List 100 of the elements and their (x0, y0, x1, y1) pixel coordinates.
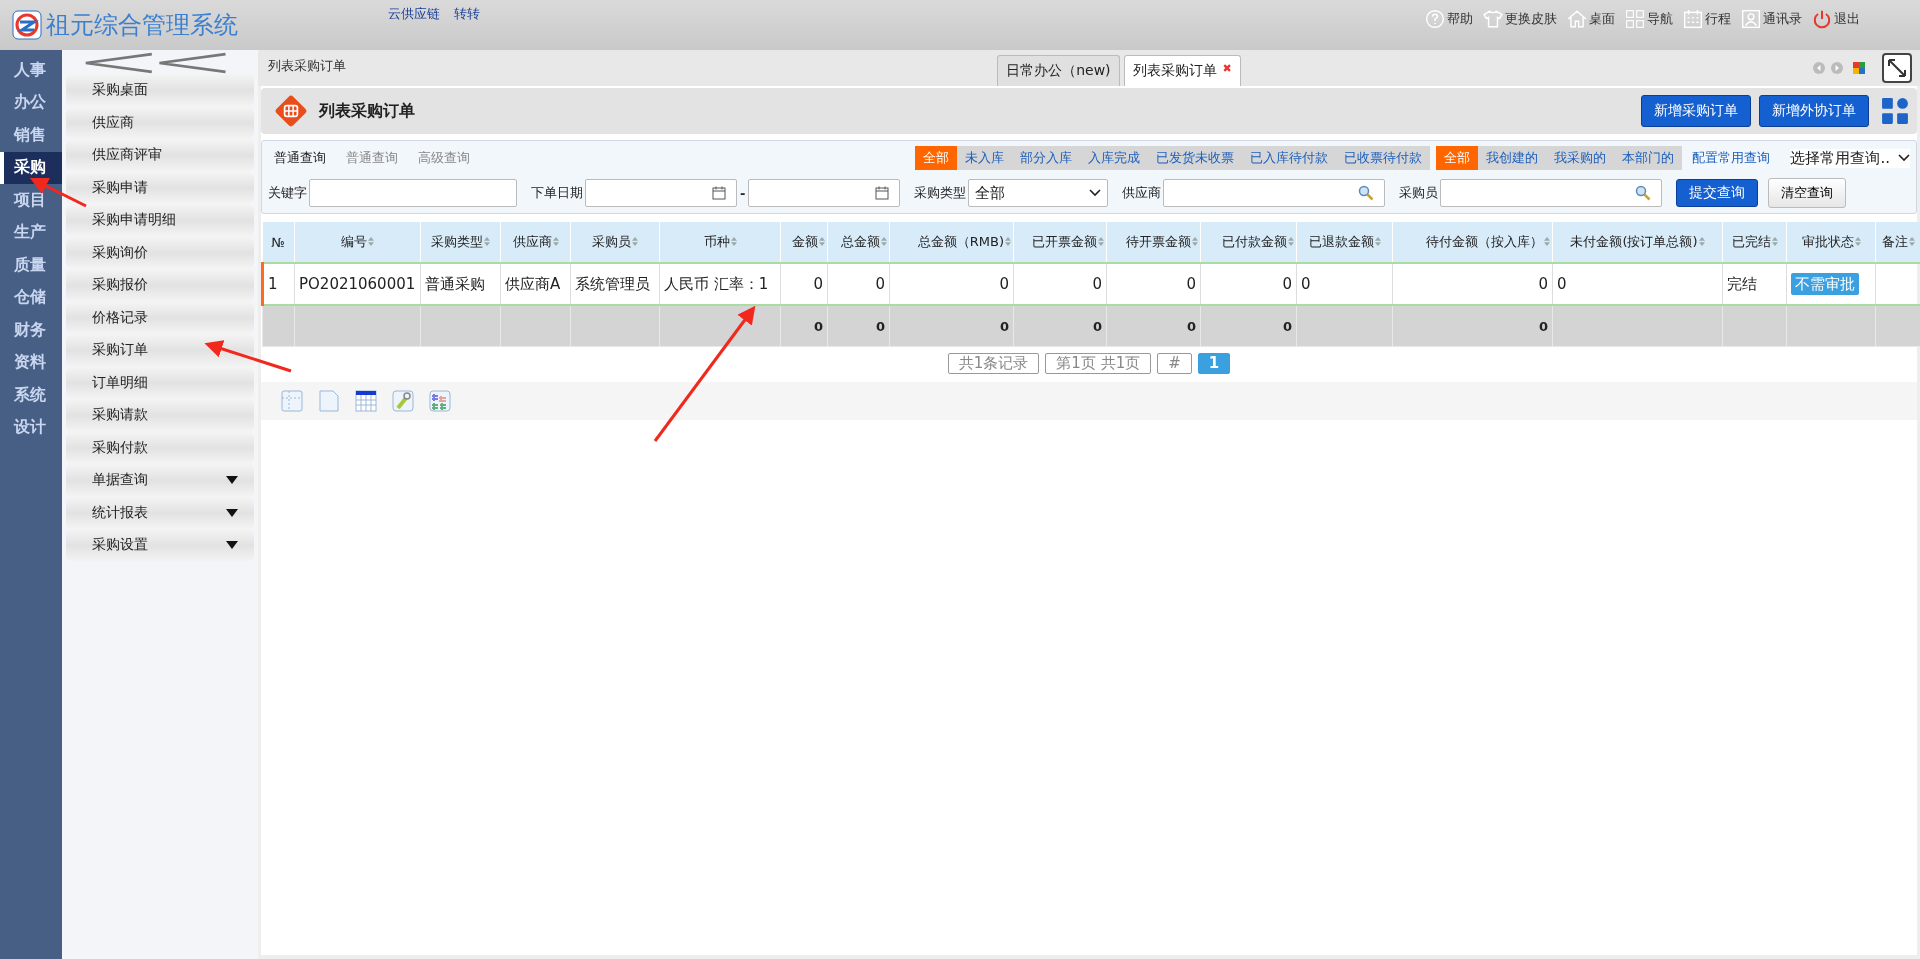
owner-filter[interactable]: 我采购的 (1546, 146, 1615, 170)
status-filter[interactable]: 已收票待付款 (1336, 146, 1431, 170)
column-header[interactable]: 总金额（RMB) (889, 222, 1014, 263)
column-header[interactable]: 已完结 (1722, 222, 1787, 263)
status-filter[interactable]: 入库完成 (1080, 146, 1149, 170)
submenu-item[interactable]: 采购申请 (66, 171, 254, 204)
submenu-item[interactable]: 统计报表 (66, 496, 254, 529)
config-query-link[interactable]: 配置常用查询 (1692, 149, 1771, 167)
status-filter[interactable]: 已发货未收票 (1148, 146, 1243, 170)
search-icon[interactable] (1635, 185, 1652, 201)
submenu-item[interactable]: 采购付款 (66, 431, 254, 464)
owner-filter[interactable]: 我创建的 (1478, 146, 1547, 170)
column-header[interactable]: 备注 (1875, 222, 1920, 263)
submenu-item[interactable]: 单据查询 (66, 464, 254, 497)
page-tab[interactable]: 列表采购订单 ✖ (1123, 55, 1241, 86)
column-header[interactable]: 币种 (659, 222, 781, 263)
status-filter[interactable]: 已入库待付款 (1242, 146, 1337, 170)
submenu-item[interactable]: 采购申请明细 (66, 204, 254, 237)
module-item[interactable]: 办公 (0, 86, 62, 119)
wrench-icon[interactable] (392, 390, 414, 412)
keyword-field[interactable] (309, 179, 517, 207)
submenu-item[interactable]: 采购桌面 (66, 74, 254, 107)
clear-query-button[interactable]: 清空查询 (1768, 178, 1847, 208)
header-action[interactable]: 通讯录 (1741, 9, 1802, 29)
column-header[interactable]: 供应商 (500, 222, 571, 263)
submenu-item[interactable]: 供应商评审 (66, 139, 254, 172)
module-item[interactable]: 仓储 (0, 281, 62, 314)
calendar-icon[interactable] (712, 186, 726, 200)
header-action[interactable]: 行程 (1683, 9, 1731, 29)
header-action[interactable]: 帮助 (1425, 9, 1473, 29)
query-mode-tab[interactable]: 高级查询 (418, 149, 470, 167)
app-name: 祖元综合管理系统 (46, 10, 238, 41)
column-header[interactable]: 待付金额（按入库） (1392, 222, 1553, 263)
submenu-item[interactable]: 价格记录 (66, 301, 254, 334)
table-cell: 0 (999, 275, 1009, 293)
column-header[interactable]: 采购类型 (420, 222, 501, 263)
module-item[interactable]: 财务 (0, 314, 62, 347)
column-header[interactable]: 编号 (294, 222, 421, 263)
column-header[interactable]: 已开票金额 (1013, 222, 1107, 263)
apps-icon[interactable] (1881, 97, 1909, 125)
search-icon[interactable] (1358, 185, 1375, 201)
submit-query-button[interactable]: 提交查询 (1676, 179, 1759, 207)
add-order-button[interactable]: 新增采购订单 (1641, 95, 1751, 127)
column-header[interactable]: № (262, 222, 295, 263)
saved-query-select[interactable]: 选择常用查询.. (1790, 148, 1910, 168)
status-filter[interactable]: 未入库 (957, 146, 1013, 170)
module-item[interactable]: 采购 (0, 151, 62, 184)
page-tab[interactable]: 日常办公（new) (997, 55, 1120, 86)
tab-scroll-icon[interactable] (1812, 61, 1866, 75)
status-filter[interactable]: 部分入库 (1012, 146, 1081, 170)
sort-icon (1374, 237, 1381, 246)
module-item[interactable]: 资料 (0, 346, 62, 379)
sort-icon (1288, 237, 1294, 246)
column-header[interactable]: 已付款金额 (1200, 222, 1297, 263)
module-item[interactable]: 销售 (0, 119, 62, 152)
purchase-type-select[interactable]: 全部 (968, 179, 1109, 207)
end-date-field[interactable] (748, 179, 901, 207)
column-header[interactable]: 审批状态 (1786, 222, 1876, 263)
module-item[interactable]: 系统 (0, 379, 62, 412)
submenu-item[interactable]: 采购设置 (66, 529, 254, 562)
top-link[interactable]: 云供应链 (388, 5, 440, 23)
column-header[interactable]: 未付金额(按订单总额) (1552, 222, 1723, 263)
header-action[interactable]: 更换皮肤 (1483, 9, 1557, 29)
close-tab-button[interactable]: ✖ (1222, 62, 1232, 75)
top-link[interactable]: 转转 (454, 5, 480, 23)
module-item[interactable]: 设计 (0, 411, 62, 444)
submenu-item[interactable]: 采购请款 (66, 399, 254, 432)
column-header[interactable]: 金额 (780, 222, 828, 263)
buyer-field[interactable] (1440, 179, 1663, 207)
shirt-icon (1483, 9, 1503, 29)
module-item[interactable]: 人事 (0, 54, 62, 87)
column-header[interactable]: 总金额 (827, 222, 890, 263)
supplier-field[interactable] (1163, 179, 1386, 207)
header-action[interactable]: 退出 (1812, 9, 1860, 29)
total-cell: 0 (999, 318, 1009, 334)
caret-icon (226, 508, 238, 517)
add-order-button[interactable]: 新增外协订单 (1759, 95, 1869, 127)
submenu-item[interactable]: 供应商 (66, 106, 254, 139)
module-item[interactable]: 质量 (0, 249, 62, 282)
start-date-field[interactable] (585, 179, 737, 207)
column-header[interactable]: 待开票金额 (1106, 222, 1201, 263)
calendar-icon[interactable] (875, 186, 890, 200)
submenu-item[interactable]: 采购询价 (66, 236, 254, 269)
submenu-item[interactable]: 采购订单 (66, 334, 254, 367)
table-cell: 系统管理员 (575, 274, 650, 293)
submenu-item[interactable]: 采购报价 (66, 269, 254, 302)
table-icon[interactable] (355, 390, 377, 412)
puzzle-icon[interactable] (429, 390, 451, 412)
annotation-arrow (29, 178, 87, 208)
sort-icon (1771, 237, 1778, 246)
module-item[interactable]: 生产 (0, 216, 62, 249)
submenu-item[interactable]: 订单明细 (66, 366, 254, 399)
query-mode-tab[interactable]: 普通查询 (274, 149, 326, 167)
owner-filter[interactable]: 本部门的 (1614, 146, 1683, 170)
header-action[interactable]: 桌面 (1567, 9, 1615, 29)
module-item[interactable]: 项目 (0, 184, 62, 217)
header-action[interactable]: 导航 (1625, 9, 1673, 29)
fullscreen-icon[interactable] (1882, 53, 1912, 83)
column-header[interactable]: 已退款金额 (1296, 222, 1393, 263)
column-header[interactable]: 采购员 (570, 222, 660, 263)
